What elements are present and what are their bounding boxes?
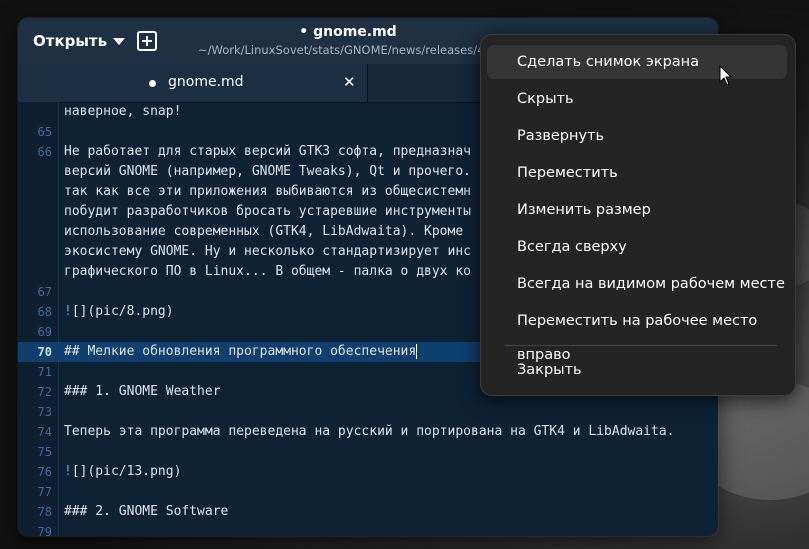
window-context-menu: Сделать снимок экрана Скрыть Развернуть … — [480, 34, 796, 396]
line-number: 67 — [37, 285, 52, 299]
editor-line[interactable]: 78 ### 2. GNOME Software — [18, 502, 718, 522]
line-number: 73 — [37, 405, 52, 419]
line-number: 71 — [37, 365, 52, 379]
line-number: 77 — [37, 485, 52, 499]
menu-item-move-workspace-right[interactable]: Переместить на рабочее место вправо — [487, 304, 787, 363]
menu-item-hide[interactable]: Скрыть — [487, 82, 787, 116]
line-text: ## Мелкие обновления программного обеспе… — [64, 344, 418, 359]
menu-item-resize[interactable]: Изменить размер — [487, 193, 787, 227]
menu-item-close[interactable]: Закрыть — [487, 353, 787, 387]
editor-line[interactable]: 75 — [18, 442, 718, 462]
line-number: 76 — [37, 465, 52, 479]
line-number: 79 — [37, 525, 52, 536]
menu-item-screenshot[interactable]: Сделать снимок экрана — [487, 45, 787, 79]
line-text: так как все эти приложения выбиваются из… — [64, 184, 471, 199]
line-text: Теперь эта программа переведена на русск… — [64, 424, 675, 439]
close-icon[interactable]: ✕ — [343, 73, 356, 91]
editor-line[interactable]: 73 — [18, 402, 718, 422]
line-number: 69 — [37, 325, 52, 339]
image-link-marker: ! — [64, 464, 72, 479]
line-text: ### 2. GNOME Software — [64, 504, 229, 519]
line-number: 72 — [37, 385, 52, 399]
menu-item-move[interactable]: Переместить — [487, 156, 787, 190]
line-number: 66 — [37, 145, 52, 159]
window-title: • gnome.md — [299, 24, 397, 40]
mouse-pointer-icon — [719, 64, 733, 86]
line-number: 78 — [37, 505, 52, 519]
window-title-area: • gnome.md ~/Work/LinuxSovet/stats/GNOME… — [198, 24, 498, 57]
menu-separator — [505, 345, 777, 346]
line-text: графического ПО в Linux... В общем - пал… — [64, 264, 471, 279]
line-number: 75 — [37, 445, 52, 459]
menu-item-always-on-top[interactable]: Всегда сверху — [487, 230, 787, 264]
menu-item-maximize[interactable]: Развернуть — [487, 119, 787, 153]
line-text: Не работает для старых версий GTK3 софта… — [64, 144, 471, 159]
line-text: побудит разработчиков бросать устаревшие… — [64, 204, 471, 219]
file-path: ~/Work/LinuxSovet/stats/GNOME/news/relea… — [198, 43, 492, 57]
line-text: использование современных (GTK4, LibAdwa… — [64, 224, 464, 239]
menu-item-always-visible-workspace[interactable]: Всегда на видимом рабочем месте — [487, 267, 787, 301]
new-tab-icon[interactable] — [137, 31, 157, 51]
line-number: 65 — [37, 125, 52, 139]
line-text: наверное, snap! — [64, 104, 182, 119]
line-number: 68 — [37, 305, 52, 319]
editor-line[interactable]: 79 — [18, 522, 718, 536]
open-button-label: Открыть — [33, 32, 108, 50]
open-button[interactable]: Открыть — [24, 27, 134, 55]
line-text: ### 1. GNOME Weather — [64, 384, 221, 399]
chevron-down-icon — [113, 37, 126, 45]
line-text: экосистему GNOME. Ну и несколько стандар… — [64, 244, 471, 259]
line-number: 70 — [37, 345, 52, 359]
tab-label: gnome.md — [168, 74, 244, 90]
line-number: 74 — [37, 425, 52, 439]
tab-gnome-md[interactable]: gnome.md ✕ — [18, 64, 368, 102]
modified-dot-icon — [149, 80, 156, 87]
line-text: ![](pic/13.png) — [64, 464, 182, 479]
text-cursor — [416, 344, 418, 359]
editor-line[interactable]: 77 — [18, 482, 718, 502]
line-text: ![](pic/8.png) — [64, 304, 174, 319]
editor-line[interactable]: 76 ![](pic/13.png) — [18, 462, 718, 482]
image-link-marker: ! — [64, 304, 72, 319]
editor-line[interactable]: 74 Теперь эта программа переведена на рус… — [18, 422, 718, 442]
line-text: версий GNOME (например, GNOME Tweaks), Q… — [64, 164, 471, 179]
